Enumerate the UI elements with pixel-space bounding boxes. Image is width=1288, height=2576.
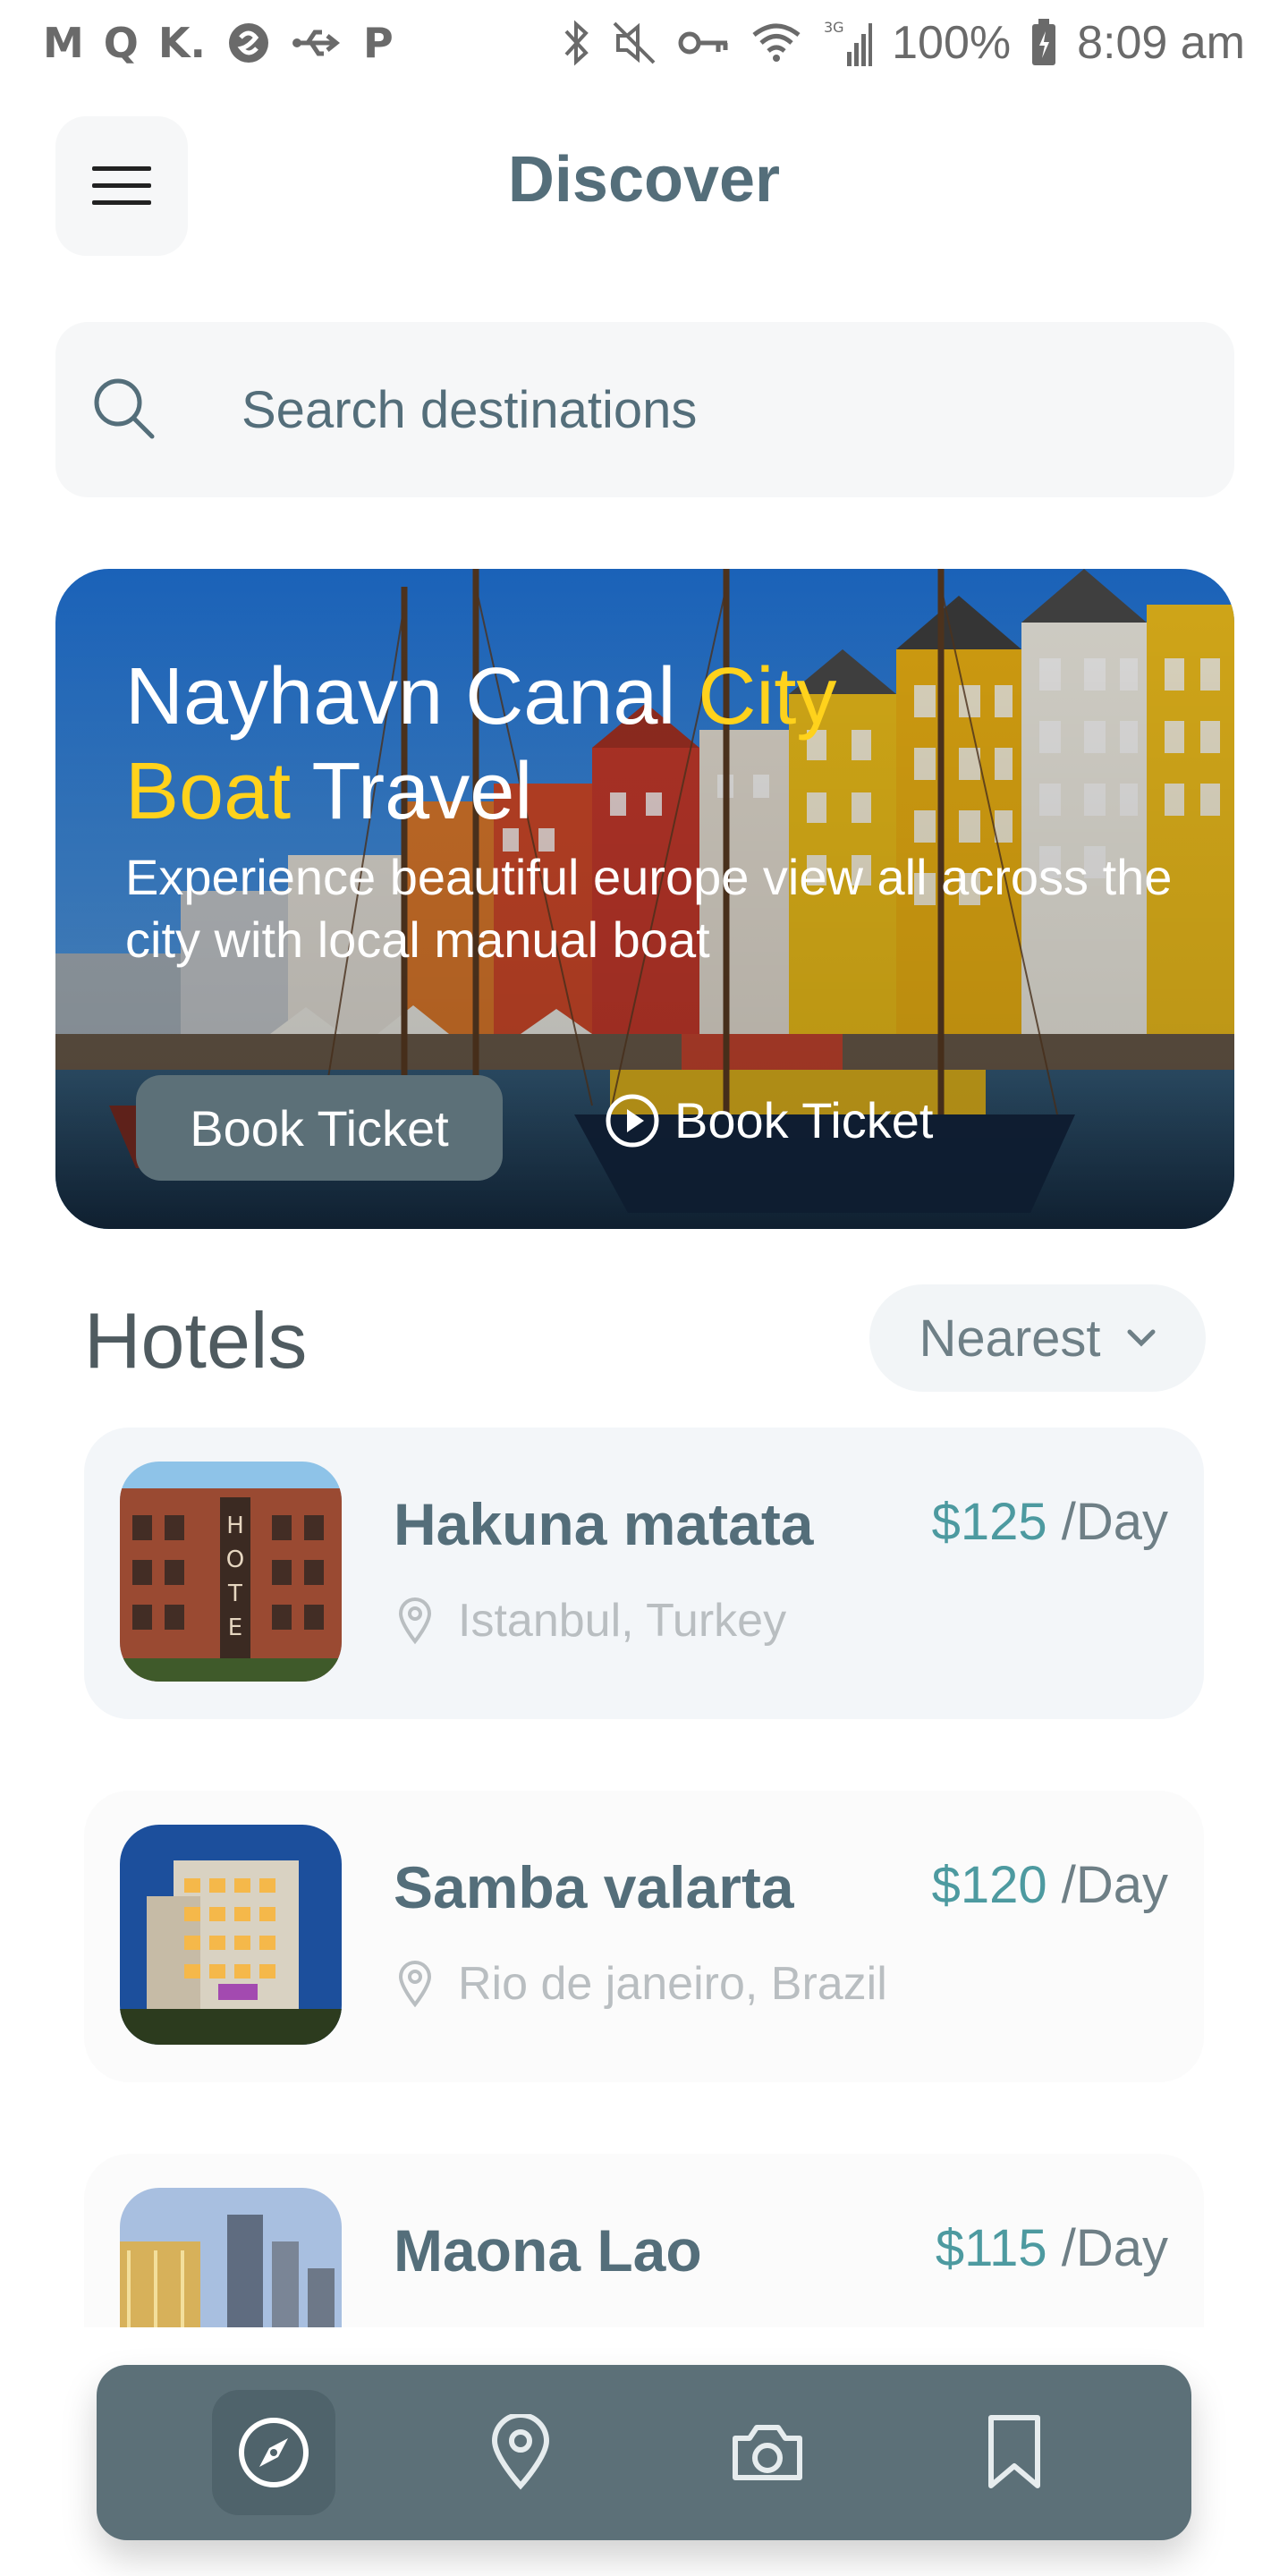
circle-app-icon	[225, 20, 272, 66]
page-title: Discover	[507, 144, 781, 216]
hero-title-part2: Travel	[291, 747, 533, 836]
sort-label: Nearest	[919, 1309, 1101, 1368]
mute-icon	[611, 20, 657, 66]
map-pin-icon	[491, 2414, 550, 2490]
status-left-icons: M Q K. P	[43, 20, 394, 66]
price-unit: /Day	[1061, 1856, 1168, 1914]
clock: 8:09 am	[1077, 17, 1245, 69]
usb-icon	[292, 25, 343, 61]
hotel-list[interactable]: H O T E Hakuna matata $125 /Day Istanbul…	[0, 1422, 1288, 2327]
hotel-name: Samba valarta	[394, 1854, 794, 1920]
compass-icon	[239, 2418, 309, 2487]
hotel-name: Hakuna matata	[394, 1491, 814, 1557]
nav-map[interactable]	[459, 2390, 582, 2515]
network-label: 3G	[824, 19, 844, 36]
wifi-icon	[750, 22, 802, 64]
hotel-card[interactable]: Maona Lao $115 /Day	[84, 2154, 1204, 2327]
k-app-icon: K.	[157, 19, 207, 67]
location-text: Rio de janeiro, Brazil	[458, 1958, 887, 2010]
hero-title-highlight-2: Boat	[125, 747, 292, 836]
hotel-price: $125 /Day	[932, 1492, 1168, 1552]
hotel-thumbnail	[120, 1825, 342, 2045]
key-icon	[677, 27, 731, 59]
sort-dropdown[interactable]: Nearest	[869, 1284, 1206, 1392]
hero-title-highlight-1: City	[698, 652, 837, 741]
svg-text:H: H	[226, 1513, 244, 1539]
bottom-navigation	[97, 2365, 1191, 2540]
hotel-name: Maona Lao	[394, 2217, 702, 2284]
nav-bookmark[interactable]	[953, 2390, 1076, 2515]
camera-icon	[733, 2425, 802, 2480]
hotel-price: $120 /Day	[932, 1855, 1168, 1915]
bluetooth-icon	[561, 19, 591, 67]
battery-percent: 100%	[892, 17, 1012, 69]
hero-title-part1: Nayhavn Canal	[125, 652, 699, 741]
hotel-thumbnail: H O T E	[120, 1462, 342, 1682]
search-icon	[91, 376, 157, 446]
hotel-price: $115 /Day	[936, 2218, 1168, 2278]
map-pin-icon	[398, 1961, 432, 2008]
book-ticket-button[interactable]: Book Ticket	[136, 1075, 503, 1181]
price-unit: /Day	[1061, 1493, 1168, 1551]
p-app-icon: P	[363, 19, 394, 67]
hero-banner[interactable]: Nayhavn Canal City Boat Travel Experienc…	[55, 569, 1234, 1229]
hotels-section-title: Hotels	[84, 1296, 308, 1385]
hotel-location: Rio de janeiro, Brazil	[397, 1957, 887, 2011]
hero-subtitle: Experience beautiful europe view all acr…	[125, 849, 1173, 968]
hotel-card[interactable]: H O T E Hakuna matata $125 /Day Istanbul…	[84, 1428, 1204, 1719]
price-amount: $115	[935, 2219, 1047, 2277]
hero-title: Nayhavn Canal City Boat Travel	[125, 649, 930, 839]
play-circle-icon	[606, 1094, 659, 1147]
nav-discover[interactable]	[212, 2390, 335, 2515]
svg-text:O: O	[226, 1546, 244, 1573]
map-pin-icon	[398, 1597, 432, 1645]
search-input[interactable]	[242, 367, 1190, 453]
status-bar: M Q K. P 3G 100% 8:09 am	[0, 0, 1288, 86]
hotel-location: Istanbul, Turkey	[397, 1594, 786, 1648]
battery-icon	[1030, 19, 1057, 67]
book-ticket-link-label: Book Ticket	[674, 1092, 934, 1148]
book-ticket-play-link[interactable]: Book Ticket	[605, 1091, 933, 1149]
price-amount: $120	[931, 1856, 1047, 1914]
status-right-icons: 3G 100% 8:09 am	[561, 16, 1245, 70]
chevron-down-icon	[1127, 1329, 1156, 1347]
hotel-thumbnail	[120, 2188, 342, 2327]
svg-text:E: E	[228, 1614, 242, 1641]
price-amount: $125	[931, 1493, 1047, 1551]
location-text: Istanbul, Turkey	[458, 1595, 787, 1647]
hotel-card[interactable]: Samba valarta $120 /Day Rio de janeiro, …	[84, 1791, 1204, 2082]
gmail-icon: M	[43, 19, 84, 67]
nav-camera[interactable]	[706, 2390, 829, 2515]
svg-text:T: T	[227, 1580, 242, 1607]
bookmark-icon	[988, 2415, 1040, 2488]
search-bar[interactable]	[55, 322, 1234, 497]
q-app-icon: Q	[103, 19, 139, 67]
signal-icon: 3G	[822, 18, 873, 68]
price-unit: /Day	[1061, 2219, 1168, 2277]
